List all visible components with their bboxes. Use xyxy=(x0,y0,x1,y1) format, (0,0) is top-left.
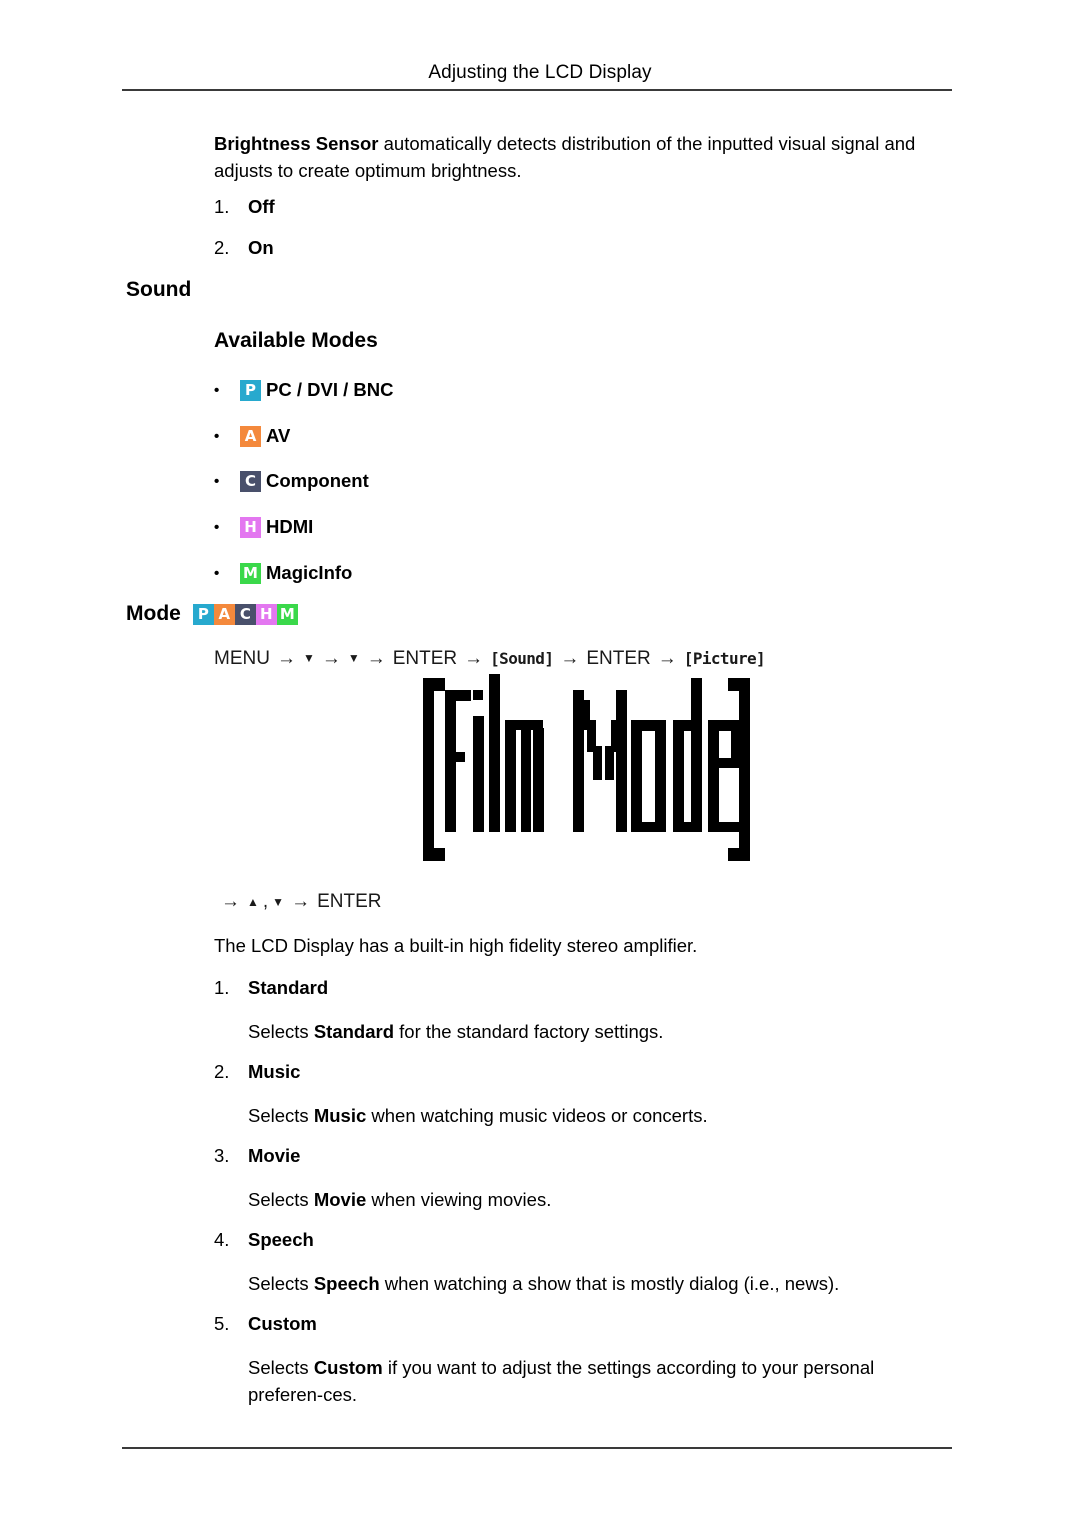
arrow-right-icon: → xyxy=(560,648,580,669)
available-mode-label: AV xyxy=(266,425,291,446)
bullet-marker: • xyxy=(214,518,220,536)
available-mode-item-av: • A AV xyxy=(214,425,290,447)
nav-separator: , xyxy=(262,891,269,912)
arrow-right-icon: → xyxy=(366,648,386,669)
list-item: 1. Standard xyxy=(214,977,328,999)
desc-post: when watching a show that is mostly dial… xyxy=(379,1273,840,1294)
list-item: 1. Off xyxy=(214,196,275,218)
subsection-heading-mode: Mode P A C H M xyxy=(126,602,298,626)
source-badge-hdmi-icon: H xyxy=(255,603,277,625)
list-number: 5. xyxy=(214,1313,230,1334)
list-number: 1. xyxy=(214,196,230,217)
document-page: Adjusting the LCD Display Brightness Sen… xyxy=(0,0,1080,1527)
available-mode-label: Component xyxy=(266,470,369,491)
arrow-right-icon: → xyxy=(321,648,341,669)
arrow-up-icon: ▲ xyxy=(247,895,259,909)
nav-enter-label: ENTER xyxy=(586,648,651,669)
desc-bold: Music xyxy=(313,1105,367,1126)
source-badge-magicinfo-icon: M xyxy=(276,603,298,625)
list-number: 1. xyxy=(214,977,230,998)
menu-navigation-path: MENU → ▼ → ▼ → ENTER → [Sound] → ENTER →… xyxy=(214,648,766,670)
desc-pre: Selects xyxy=(248,1357,314,1378)
available-mode-label: MagicInfo xyxy=(266,562,353,583)
brightness-sensor-term: Brightness Sensor xyxy=(214,133,379,154)
arrow-right-icon: → xyxy=(657,648,677,669)
footer-rule xyxy=(122,1447,952,1449)
list-item-description: Selects Speech when watching a show that… xyxy=(248,1270,968,1297)
osd-label-sound: [Sound] xyxy=(490,648,554,668)
amplifier-note: The LCD Display has a built-in high fide… xyxy=(214,935,698,956)
source-badge-hdmi-icon: H xyxy=(240,516,261,538)
desc-bold: Custom xyxy=(313,1357,383,1378)
list-item: 3. Movie xyxy=(214,1145,300,1167)
section-heading-sound: Sound xyxy=(126,278,192,301)
nav-enter-label: ENTER xyxy=(317,891,382,912)
arrow-right-icon: → xyxy=(464,648,484,669)
source-badge-component-icon: C xyxy=(234,603,256,625)
brightness-sensor-paragraph: Brightness Sensor automatically detects … xyxy=(214,130,954,184)
source-badge-magicinfo-icon: M xyxy=(240,562,261,584)
list-label: Standard xyxy=(248,977,329,998)
list-number: 2. xyxy=(214,237,230,258)
list-item-description: Selects Custom if you want to adjust the… xyxy=(248,1354,954,1408)
list-label: Movie xyxy=(248,1145,301,1166)
available-mode-item-component: • C Component xyxy=(214,470,369,492)
list-item: 2. Music xyxy=(214,1061,300,1083)
bullet-marker: • xyxy=(214,472,220,490)
source-badge-component-icon: C xyxy=(240,470,261,492)
list-item: 5. Custom xyxy=(214,1313,317,1335)
list-label: Off xyxy=(248,196,275,217)
desc-bold: Movie xyxy=(313,1189,367,1210)
arrow-down-icon: ▼ xyxy=(347,651,360,665)
desc-post: for the standard factory settings. xyxy=(394,1021,664,1042)
desc-pre: Selects xyxy=(248,1189,314,1210)
source-badge-pc-icon: P xyxy=(192,603,214,625)
available-mode-label: HDMI xyxy=(266,516,314,537)
arrow-right-icon: → xyxy=(221,891,240,912)
header-rule xyxy=(122,89,952,91)
desc-bold: Standard xyxy=(313,1021,394,1042)
desc-pre: Selects xyxy=(248,1021,314,1042)
page-header-title: Adjusting the LCD Display xyxy=(428,62,652,83)
list-item-description: Selects Movie when viewing movies. xyxy=(248,1186,948,1213)
list-item-description: Selects Standard for the standard factor… xyxy=(248,1018,948,1045)
list-number: 3. xyxy=(214,1145,230,1166)
arrow-right-icon: → xyxy=(276,648,296,669)
list-label: Custom xyxy=(248,1313,317,1334)
list-label: On xyxy=(248,237,274,258)
list-item-description: Selects Music when watching music videos… xyxy=(248,1102,948,1129)
bullet-marker: • xyxy=(214,427,220,445)
source-badge-pc-icon: P xyxy=(240,379,261,401)
arrow-down-icon: ▼ xyxy=(302,651,315,665)
list-item: 2. On xyxy=(214,237,274,259)
nav-enter-label: ENTER xyxy=(392,648,458,669)
subsection-heading-available-modes: Available Modes xyxy=(214,329,378,352)
available-mode-item-hdmi: • H HDMI xyxy=(214,516,313,538)
osd-label-picture: [Picture] xyxy=(683,648,766,668)
menu-navigation-path-2: → ▲ , ▼ → ENTER xyxy=(214,891,381,913)
list-item: 4. Speech xyxy=(214,1229,314,1251)
list-label: Speech xyxy=(248,1229,314,1250)
mode-heading-label: Mode xyxy=(126,602,181,625)
nav-menu-label: MENU xyxy=(214,648,270,669)
desc-post: when viewing movies. xyxy=(366,1189,552,1210)
desc-bold: Speech xyxy=(313,1273,380,1294)
source-badge-av-icon: A xyxy=(213,603,235,625)
list-number: 2. xyxy=(214,1061,230,1082)
bullet-marker: • xyxy=(214,381,220,399)
desc-pre: Selects xyxy=(248,1105,314,1126)
available-mode-label: PC / DVI / BNC xyxy=(266,379,394,400)
bullet-marker: • xyxy=(214,564,220,582)
available-mode-item-pc-dvi-bnc: • P PC / DVI / BNC xyxy=(214,379,393,401)
available-mode-item-magicinfo: • M MagicInfo xyxy=(214,562,352,584)
mode-badge-run: P A C H M xyxy=(192,603,298,625)
osd-graphic-film-mode xyxy=(415,672,760,867)
desc-pre: Selects xyxy=(248,1273,314,1294)
arrow-down-icon: ▼ xyxy=(272,895,285,909)
list-label: Music xyxy=(248,1061,301,1082)
desc-post: when watching music videos or concerts. xyxy=(366,1105,708,1126)
arrow-right-icon: → xyxy=(291,891,311,912)
source-badge-av-icon: A xyxy=(240,425,261,447)
list-number: 4. xyxy=(214,1229,230,1250)
